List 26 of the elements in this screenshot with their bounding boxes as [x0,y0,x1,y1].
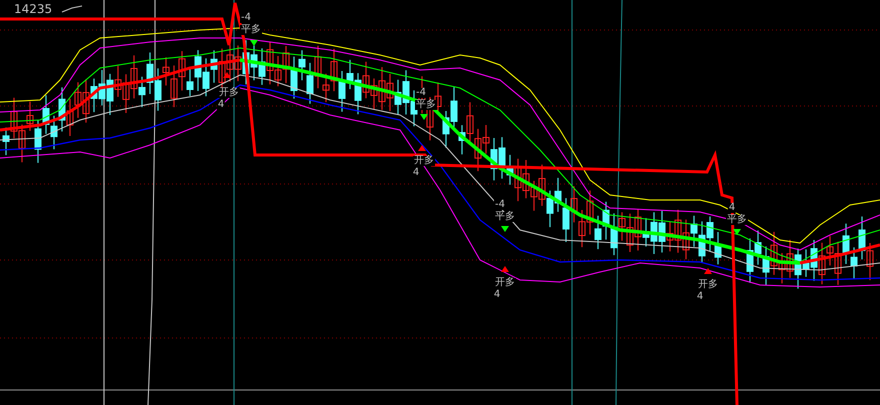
triangle-up-icon [704,268,712,274]
triangle-down-icon [501,226,509,232]
signal-count: -4 [415,88,427,98]
triangle-down-icon [420,114,428,120]
signal-count: 4 [412,168,420,178]
signal-count: 4 [728,203,736,213]
leader-line [62,6,82,12]
signal-label: 开多 [413,156,435,166]
signal-label: 开多 [218,88,240,98]
signal-count: -4 [494,200,506,210]
signal-label: 平多 [415,100,437,110]
triangle-down-icon [733,229,741,235]
triangle-down-icon [250,40,258,46]
signal-count: 4 [492,290,502,300]
price-label: 14235 [14,3,52,15]
triangle-up-icon [223,72,231,78]
signal-label: 开多 [494,278,516,288]
signal-count: -4 [240,13,252,23]
signal-label: 开多 [697,280,719,290]
signal-label: 平多 [494,212,516,222]
triangle-up-icon [501,266,509,272]
signal-count: 4 [216,100,226,110]
triangle-up-icon [418,145,426,151]
signal-label: 平多 [240,25,262,35]
signal-label: 平多 [726,215,748,225]
signal-count: 4 [696,292,704,302]
